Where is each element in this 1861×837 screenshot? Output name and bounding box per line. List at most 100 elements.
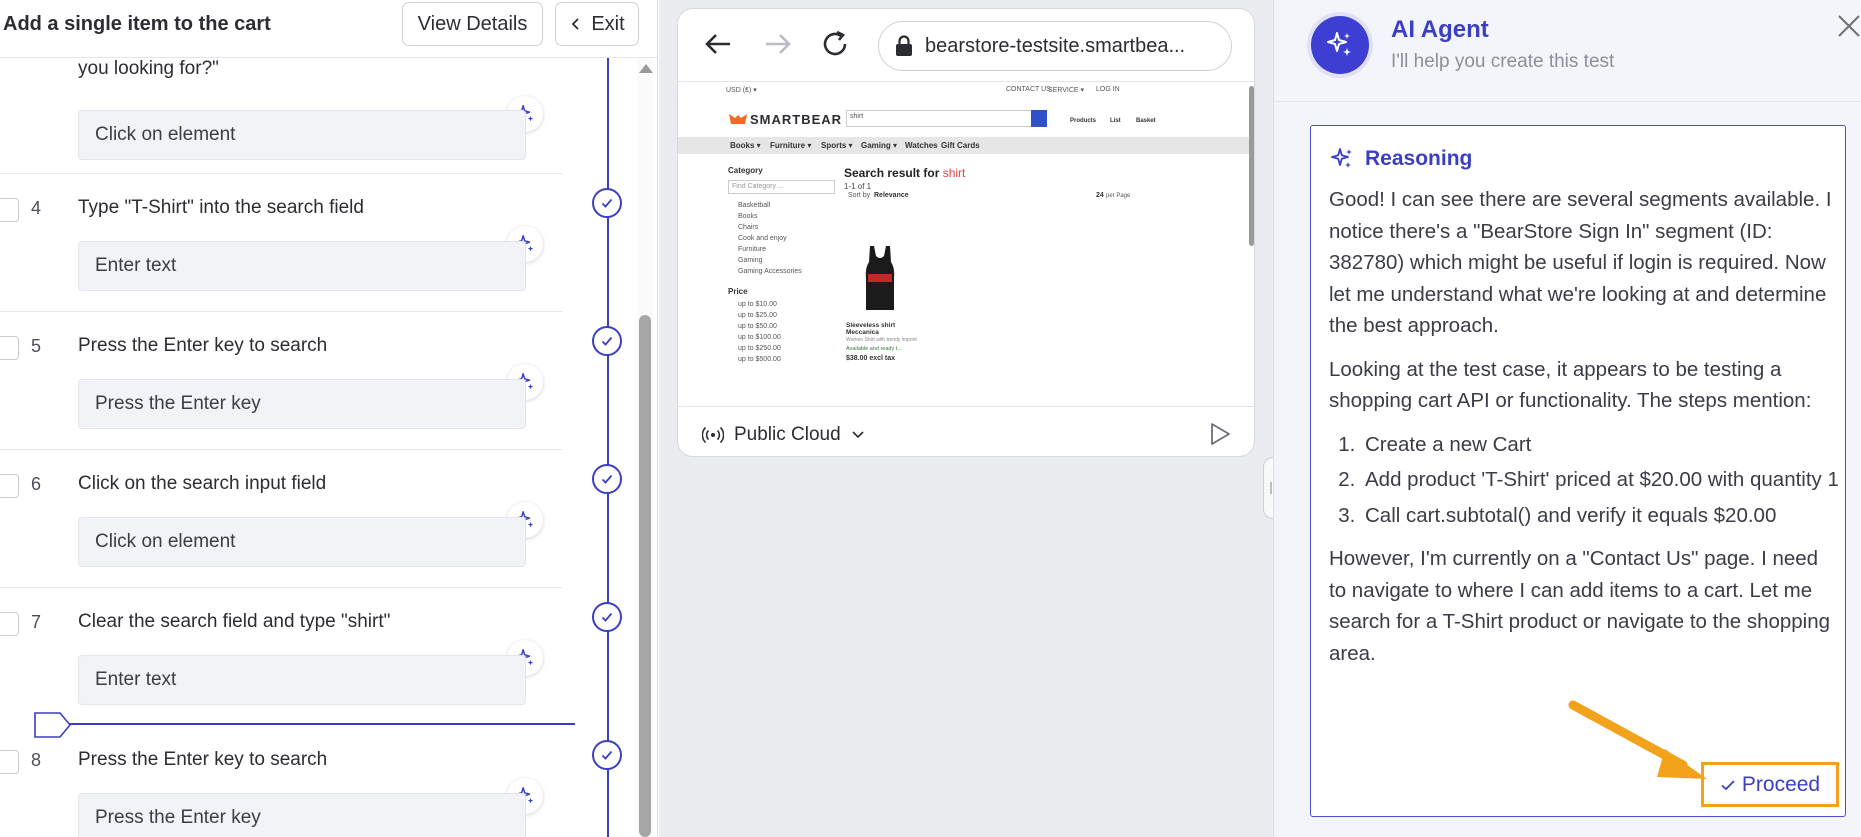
step-row: 6 Click on the search input field Click … — [0, 450, 562, 588]
step-checkbox[interactable] — [0, 612, 19, 636]
agent-avatar — [1311, 16, 1369, 74]
step-action[interactable]: Click on element — [78, 110, 526, 160]
products-link[interactable]: Products — [1070, 118, 1096, 124]
check-icon — [601, 474, 613, 484]
check-icon — [601, 198, 613, 208]
viewport-scrollbar[interactable] — [1249, 86, 1254, 246]
reasoning-steps-list: Create a new Cart Add product 'T-Shirt' … — [1361, 429, 1839, 532]
per-page-label: per Page — [1106, 193, 1131, 199]
category-item[interactable]: Gaming — [738, 257, 763, 264]
insertion-line — [60, 723, 575, 725]
proceed-button[interactable]: Proceed — [1701, 762, 1839, 807]
site-search-button[interactable] — [1031, 110, 1047, 127]
results-count: 1-1 of 1 — [844, 182, 872, 191]
step-row: 8 Press the Enter key to search Press th… — [0, 726, 562, 837]
category-item[interactable]: Books — [738, 213, 757, 220]
product-stock: Available and ready t... — [846, 346, 902, 352]
reload-icon[interactable] — [820, 29, 850, 59]
step-checkbox[interactable] — [0, 474, 19, 498]
site-search-input[interactable] — [846, 110, 1046, 127]
price-item[interactable]: up to $25.00 — [738, 312, 777, 319]
per-page-selector[interactable]: 24 — [1096, 192, 1104, 199]
step-number: 5 — [31, 336, 42, 356]
arrow-left-icon[interactable] — [704, 31, 732, 57]
product-name[interactable]: Sleeveless shirt — [846, 322, 895, 329]
menu-sports[interactable]: Sports ▾ — [821, 141, 853, 150]
menu-gift-cards[interactable]: Gift Cards — [941, 141, 980, 150]
step-text: Clear the search field and type "shirt" — [78, 611, 391, 632]
category-item[interactable]: Furniture — [738, 246, 766, 253]
step-text: Click on the search input field — [78, 473, 327, 494]
sparkle-icon — [1327, 32, 1351, 56]
test-steps-panel: Add a single item to the cart View Detai… — [0, 0, 658, 837]
timeline-check-node — [592, 602, 622, 632]
step-number: 6 — [31, 474, 42, 494]
step-action[interactable]: Press the Enter key — [78, 793, 526, 837]
product-image[interactable] — [860, 244, 900, 312]
product-name[interactable]: Meccanica — [846, 329, 879, 336]
steps-list: you looking for?" Click on element 4 Typ… — [0, 58, 575, 837]
step-row: 7 Clear the search field and type "shirt… — [0, 588, 562, 726]
reasoning-paragraph: Looking at the test case, it appears to … — [1329, 357, 1812, 413]
scroll-up-arrow-icon[interactable] — [639, 64, 653, 73]
timeline-check-node — [592, 326, 622, 356]
step-checkbox[interactable] — [0, 336, 19, 360]
wishlist-link[interactable]: List — [1110, 118, 1121, 124]
exit-button[interactable]: Exit — [555, 2, 639, 46]
category-item[interactable]: Gaming Accessories — [738, 268, 802, 275]
view-details-button[interactable]: View Details — [402, 2, 543, 46]
play-icon[interactable] — [1204, 419, 1234, 449]
step-action[interactable]: Press the Enter key — [78, 379, 526, 429]
list-item: Call cart.subtotal() and verify it equal… — [1361, 500, 1839, 532]
steps-header: Add a single item to the cart View Detai… — [0, 0, 657, 58]
check-icon — [601, 612, 613, 622]
step-checkbox[interactable] — [0, 750, 19, 774]
menu-watches[interactable]: Watches — [905, 141, 938, 150]
smartbear-logo-icon — [729, 114, 747, 124]
service-menu[interactable]: SERVICE ▾ — [1048, 86, 1084, 94]
menu-furniture[interactable]: Furniture ▾ — [770, 141, 811, 150]
price-item[interactable]: up to $50.00 — [738, 323, 777, 330]
category-item[interactable]: Chairs — [738, 224, 758, 231]
price-item[interactable]: up to $500.00 — [738, 356, 781, 363]
product-description: Women Shirt with trendy imprint — [846, 337, 917, 343]
menu-gaming[interactable]: Gaming ▾ — [861, 141, 897, 150]
address-bar[interactable]: bearstore-testsite.smartbea... — [878, 21, 1232, 71]
login-link[interactable]: LOG IN — [1096, 86, 1120, 93]
page-viewport[interactable]: USD (₤) ▾ CONTACT US SERVICE ▾ LOG IN SM… — [678, 81, 1254, 407]
step-checkbox[interactable] — [0, 198, 19, 222]
price-heading: Price — [728, 287, 748, 296]
category-filter-placeholder: Find Category ... — [732, 183, 784, 190]
broadcast-icon — [702, 426, 724, 444]
price-item[interactable]: up to $10.00 — [738, 301, 777, 308]
arrow-right-icon[interactable] — [764, 31, 792, 57]
step-action[interactable]: Enter text — [78, 655, 526, 705]
step-action[interactable]: Click on element — [78, 517, 526, 567]
step-number: 8 — [31, 750, 42, 770]
cloud-selector[interactable]: Public Cloud — [702, 424, 865, 446]
step-row: 5 Press the Enter key to search Press th… — [0, 312, 562, 450]
results-title: Search result for shirt — [844, 166, 965, 180]
site-logo[interactable]: SMARTBEAR — [750, 112, 842, 127]
product-price: $38.00 excl tax — [846, 355, 896, 362]
category-item[interactable]: Basketball — [738, 202, 770, 209]
category-item[interactable]: Cook and enjoy — [738, 235, 787, 242]
chevron-left-icon — [572, 18, 579, 30]
ai-agent-panel: AI Agent I'll help you create this test … — [1273, 0, 1861, 837]
test-title: Add a single item to the cart — [3, 13, 271, 35]
contact-us-link[interactable]: CONTACT US — [1006, 86, 1051, 93]
sort-selector[interactable]: Relevance — [874, 192, 909, 199]
close-icon[interactable] — [1837, 14, 1861, 38]
price-item[interactable]: up to $100.00 — [738, 334, 781, 341]
step-action[interactable]: Enter text — [78, 241, 526, 291]
chevron-down-icon — [852, 431, 864, 439]
insertion-marker-icon[interactable] — [32, 711, 72, 739]
check-icon — [1721, 779, 1735, 790]
basket-link[interactable]: Basket — [1136, 118, 1156, 124]
menu-books[interactable]: Books ▾ — [730, 141, 761, 150]
price-item[interactable]: up to $250.00 — [738, 345, 781, 352]
scroll-thumb[interactable] — [639, 315, 651, 837]
timeline-line — [607, 58, 609, 837]
reasoning-paragraph: However, I'm currently on a "Contact Us"… — [1329, 547, 1831, 665]
currency-selector[interactable]: USD (₤) ▾ — [726, 86, 757, 94]
